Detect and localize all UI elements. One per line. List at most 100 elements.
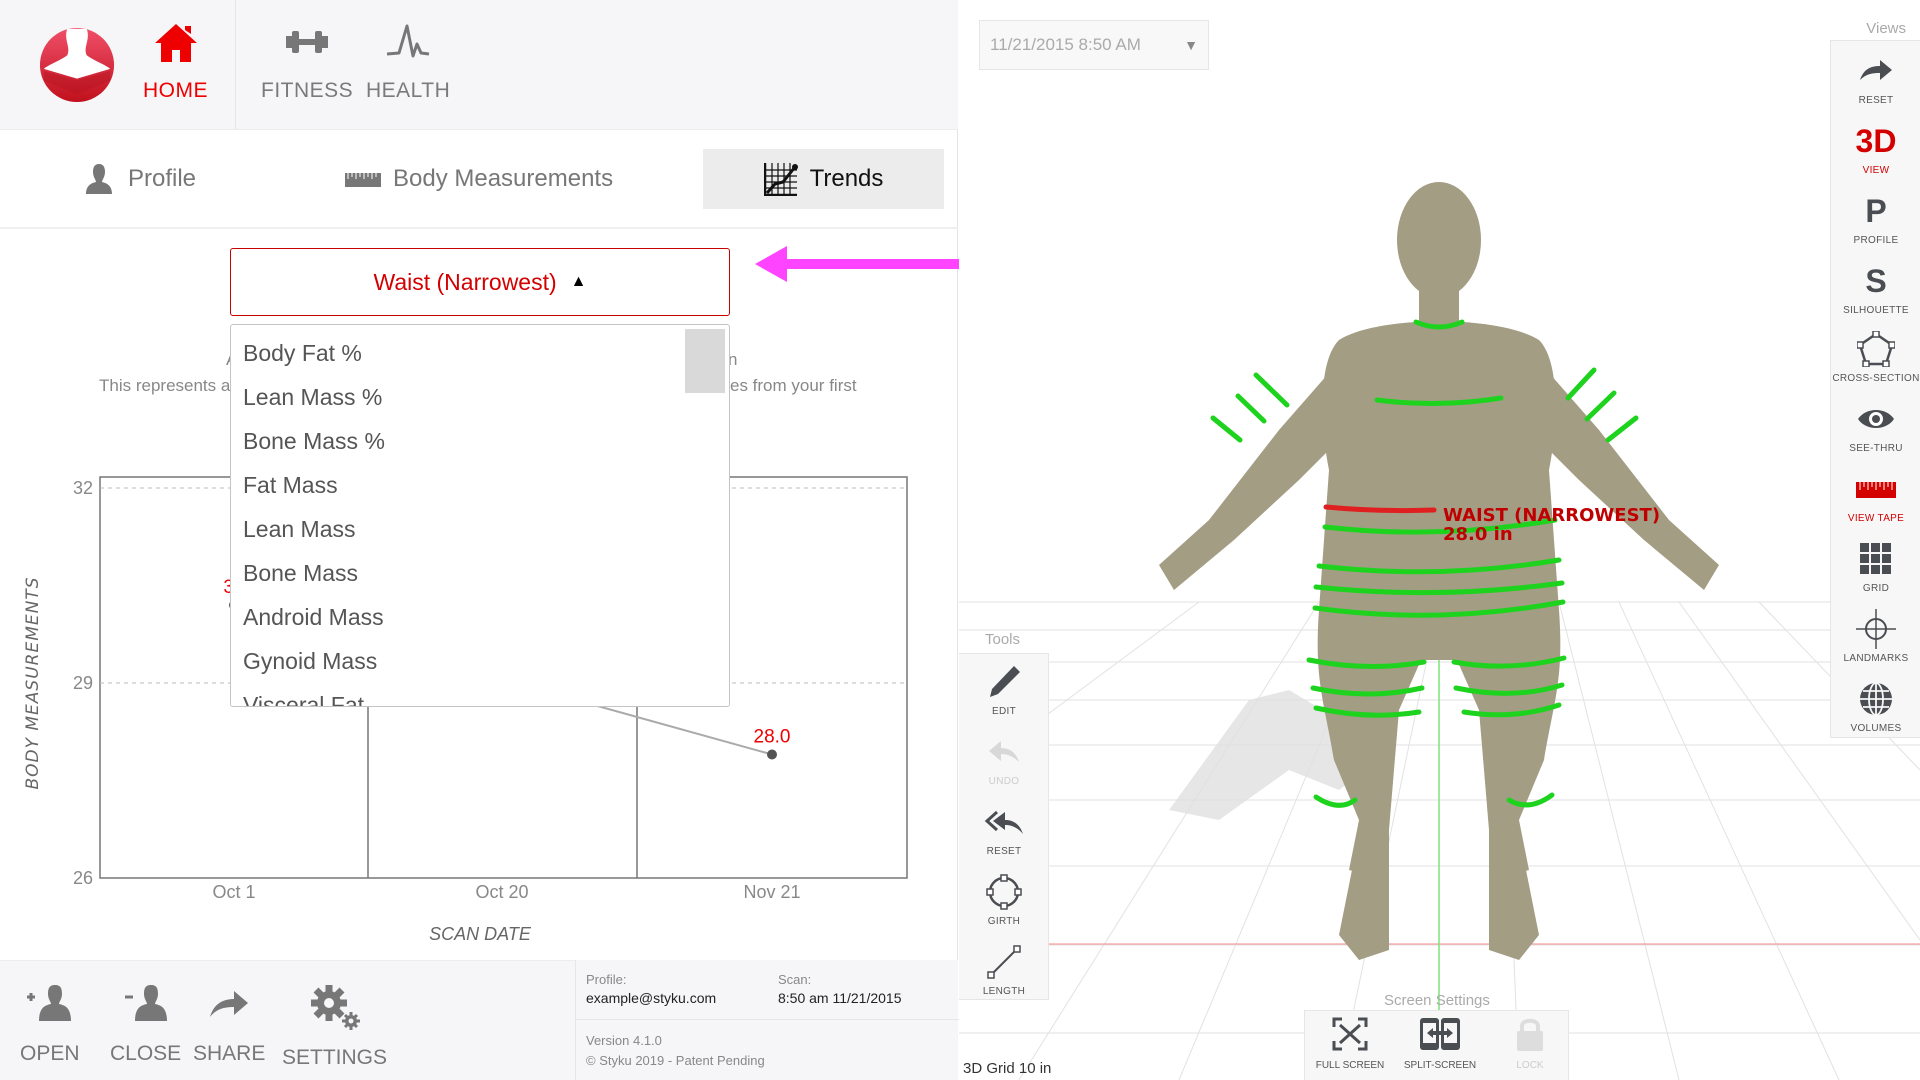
tab-trends-label: Trends [809, 165, 884, 192]
view-grid-label: GRID [1862, 583, 1890, 594]
tools-title: Tools [985, 631, 1021, 648]
top-navigation: HOME FITNESS HEALTH [0, 0, 958, 130]
tape-icon [1856, 482, 1896, 498]
trend-chart-icon [763, 163, 798, 196]
view-see-thru-label: SEE-THRU [1849, 443, 1903, 454]
grid-scale-label: 3D Grid 10 in [963, 1060, 1052, 1077]
undo-icon [989, 741, 1019, 762]
dropdown-option[interactable]: Lean Mass [231, 507, 729, 551]
split-screen-icon [1420, 1018, 1460, 1050]
lock-label: LOCK [1516, 1060, 1544, 1071]
dropdown-option[interactable]: Visceral Fat [231, 683, 729, 706]
metric-select[interactable]: Waist (Narrowest) ▲ [230, 248, 730, 316]
reset-all-icon [984, 810, 1023, 834]
3d-icon: 3D [1855, 122, 1897, 159]
lock-icon [1517, 1018, 1543, 1051]
tool-reset-button[interactable]: RESET [959, 802, 1049, 857]
view-reset-button[interactable]: RESET [1831, 51, 1920, 106]
tab-trends[interactable]: Trends [703, 149, 944, 209]
view-volumes-label: VOLUMES [1850, 723, 1902, 734]
view-3d-button[interactable]: 3D VIEW [1831, 121, 1920, 177]
dropdown-option[interactable]: Gynoid Mass [231, 639, 729, 683]
version-text: Version 4.1.0 [586, 1033, 662, 1048]
caret-up-icon: ▲ [570, 273, 587, 290]
settings-button[interactable]: SETTINGS [282, 983, 387, 1070]
tool-girth-label: GIRTH [987, 916, 1021, 927]
eye-icon [1858, 410, 1894, 428]
full-screen-button[interactable]: FULL SCREEN [1315, 1017, 1385, 1071]
chart-x-tick-label: Nov 21 [743, 882, 800, 902]
dropdown-option[interactable]: Android Mass [231, 595, 729, 639]
nav-health[interactable]: HEALTH [366, 22, 450, 103]
tool-undo-button[interactable]: UNDO [959, 732, 1049, 787]
nav-health-label: HEALTH [366, 79, 451, 102]
tab-profile-label: Profile [128, 165, 197, 192]
dumbbell-icon [286, 31, 329, 53]
tab-body-measurements[interactable]: Body Measurements [345, 149, 613, 209]
tab-bar: Profile Body Measurements Trends [0, 131, 958, 229]
measurement-value: 28.0 in [1443, 524, 1513, 545]
pen-icon [990, 666, 1020, 697]
profile-p-icon: P [1865, 192, 1887, 229]
tool-undo-label: UNDO [988, 776, 1020, 787]
view-silhouette-label: SILHOUETTE [1843, 305, 1909, 316]
length-icon [987, 945, 1021, 979]
tool-reset-label: RESET [986, 846, 1022, 857]
nav-fitness[interactable]: FITNESS [261, 22, 353, 103]
split-screen-label: SPLIT-SCREEN [1403, 1060, 1477, 1071]
girth-icon [986, 874, 1022, 910]
3d-viewer[interactable]: WAIST (NARROWEST) 28.0 in 11/21/2015 8:5… [959, 0, 1920, 1080]
share-button[interactable]: SHARE [193, 983, 265, 1066]
view-landmarks-label: LANDMARKS [1843, 653, 1909, 664]
nav-divider [235, 0, 236, 130]
view-silhouette-button[interactable]: S SILHOUETTE [1831, 261, 1920, 317]
view-tape-button[interactable]: VIEW TAPE [1831, 469, 1920, 524]
close-button[interactable]: CLOSE [110, 983, 181, 1066]
scan-date-select[interactable]: 11/21/2015 8:50 AM ▼ [979, 20, 1209, 70]
view-cross-section-label: CROSS-SECTION [1832, 373, 1920, 384]
measurement-label: WAIST (NARROWEST) [1443, 505, 1660, 526]
tab-profile[interactable]: Profile [82, 149, 196, 209]
fullscreen-icon [1332, 1017, 1368, 1051]
chart-x-tick-label: Oct 20 [475, 882, 528, 902]
dropdown-option[interactable]: Bone Mass % [231, 419, 729, 463]
tab-body-measurements-label: Body Measurements [393, 165, 614, 192]
scan-value: 8:50 am 11/21/2015 [778, 990, 902, 1006]
view-profile-button[interactable]: P PROFILE [1831, 191, 1920, 247]
chart-x-axis-label: SCAN DATE [429, 924, 532, 944]
dropdown-option[interactable]: Lean Mass % [231, 375, 729, 419]
tool-girth-button[interactable]: GIRTH [959, 872, 1049, 927]
view-profile-label: PROFILE [1853, 235, 1899, 246]
globe-icon [1860, 682, 1892, 716]
view-see-thru-button[interactable]: SEE-THRU [1831, 399, 1920, 454]
annotation-arrow-icon [755, 246, 970, 282]
chevron-down-icon: ▼ [1184, 37, 1198, 53]
view-cross-section-button[interactable]: CROSS-SECTION [1831, 329, 1920, 384]
tool-edit-button[interactable]: EDIT [959, 662, 1049, 717]
remove-user-icon [124, 985, 167, 1021]
scan-date-value: 11/21/2015 8:50 AM [990, 35, 1141, 54]
view-volumes-button[interactable]: VOLUMES [1831, 679, 1920, 734]
gear-icon [310, 985, 360, 1030]
view-reset-label: RESET [1858, 95, 1894, 106]
chart-data-label: 28.0 [754, 727, 791, 748]
dropdown-option[interactable]: Fat Mass [231, 463, 729, 507]
person-icon [86, 164, 112, 194]
nav-fitness-label: FITNESS [261, 79, 354, 102]
split-screen-button[interactable]: SPLIT-SCREEN [1400, 1017, 1480, 1071]
open-button[interactable]: OPEN [20, 983, 80, 1066]
nav-home[interactable]: HOME [143, 22, 208, 103]
view-landmarks-button[interactable]: LANDMARKS [1831, 609, 1920, 664]
metric-dropdown-list[interactable]: Body Fat % Lean Mass % Bone Mass % Fat M… [230, 324, 730, 707]
lock-button[interactable]: LOCK [1500, 1017, 1560, 1071]
dropdown-scrollbar[interactable] [685, 329, 725, 393]
redo-arrow-icon [1860, 60, 1892, 80]
heartbeat-icon [387, 24, 430, 58]
dropdown-option[interactable]: Body Fat % [231, 331, 729, 375]
tool-length-button[interactable]: LENGTH [959, 942, 1049, 997]
chart-data-point [767, 749, 777, 760]
chart-x-tick-label: Oct 1 [212, 882, 255, 902]
view-grid-button[interactable]: GRID [1831, 539, 1920, 594]
3d-scene[interactable]: WAIST (NARROWEST) 28.0 in [959, 0, 1920, 1080]
dropdown-option[interactable]: Bone Mass [231, 551, 729, 595]
